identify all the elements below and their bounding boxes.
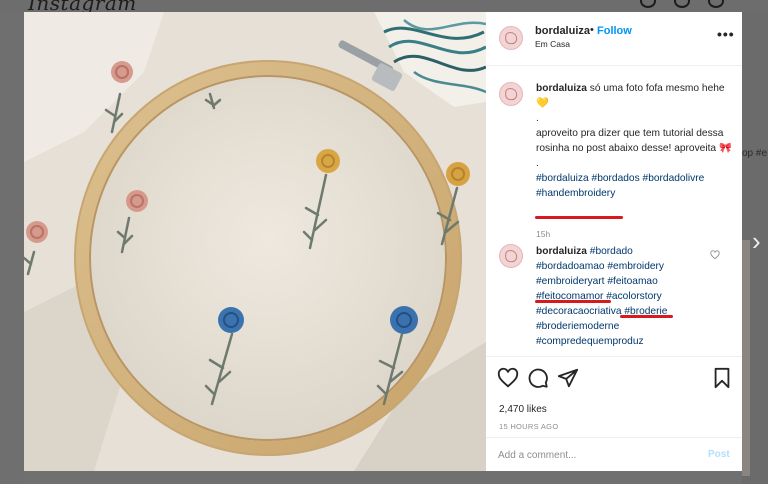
- comment-username[interactable]: bordaluiza: [536, 246, 587, 257]
- hashtag-link[interactable]: #handembroidery: [536, 188, 615, 199]
- hashtag-link[interactable]: #compredequemproduz: [536, 336, 644, 347]
- post-timestamp: 15 HOURS AGO: [499, 422, 559, 431]
- more-options-icon[interactable]: •••: [717, 26, 735, 42]
- red-underline-annotation: [535, 300, 611, 303]
- embroidery-hoop-photo: [24, 12, 486, 471]
- hashtag-comment: bordaluiza #bordado #bordadoamao #embroi…: [536, 244, 716, 349]
- comments-section: bordaluiza só uma foto fofa mesmo hehe 💛…: [486, 66, 742, 356]
- post-comment-button[interactable]: Post: [708, 449, 730, 460]
- author-avatar[interactable]: [499, 26, 523, 50]
- hashtag-link[interactable]: #bordado: [590, 246, 633, 257]
- comment-author-avatar[interactable]: [499, 244, 523, 268]
- post-location[interactable]: Em Casa: [535, 39, 570, 49]
- hashtag-link[interactable]: #embroideryart: [536, 276, 605, 287]
- background-post-image: [742, 240, 750, 476]
- post-actions: 2,470 likes 15 HOURS AGO Post: [486, 356, 742, 471]
- nav-icon[interactable]: [640, 0, 656, 8]
- background-overlay-left: [0, 12, 24, 484]
- nav-icon[interactable]: [674, 0, 690, 8]
- hashtag-link[interactable]: #bordadolivre: [643, 173, 705, 184]
- post-modal: bordaluiza • Follow Em Casa ••• bordalui…: [24, 12, 742, 471]
- hashtag-link[interactable]: #bordadoamao: [536, 261, 605, 272]
- hashtag-link[interactable]: #feitoamao: [607, 276, 657, 287]
- next-post-arrow-icon[interactable]: ›: [752, 226, 761, 257]
- hashtag-link[interactable]: #embroidery: [607, 261, 664, 272]
- author-username[interactable]: bordaluiza: [535, 25, 590, 37]
- nav-icon[interactable]: [708, 0, 724, 8]
- bookmark-icon[interactable]: [712, 367, 732, 389]
- caption-separator: .: [536, 158, 539, 169]
- like-comment-heart-icon[interactable]: [710, 250, 720, 260]
- red-underline-annotation: [535, 216, 623, 219]
- ribbon-emoji: 🎀: [718, 143, 732, 154]
- hashtag-link[interactable]: #decoracaocriativa: [536, 306, 622, 317]
- caption-timestamp: 15h: [536, 229, 551, 239]
- post-photo[interactable]: [24, 12, 486, 471]
- post-caption: bordaluiza só uma foto fofa mesmo hehe 💛…: [536, 81, 732, 201]
- follow-button[interactable]: Follow: [597, 25, 632, 37]
- caption-text-2: aproveito pra dizer que tem tutorial des…: [536, 128, 724, 154]
- caption-author-avatar[interactable]: [499, 82, 523, 106]
- share-icon[interactable]: [557, 367, 579, 389]
- likes-count[interactable]: 2,470 likes: [499, 404, 547, 415]
- comment-input[interactable]: [498, 446, 688, 464]
- hashtag-link[interactable]: #bordaluiza: [536, 173, 589, 184]
- hashtag-link[interactable]: #broderiemoderne: [536, 321, 619, 332]
- caption-separator: .: [536, 113, 539, 124]
- caption-username[interactable]: bordaluiza: [536, 83, 587, 94]
- heart-icon[interactable]: [497, 367, 519, 389]
- yellow-heart-emoji: 💛: [536, 98, 549, 109]
- post-header: bordaluiza • Follow Em Casa •••: [486, 12, 742, 66]
- top-navigation-bar: Instagram: [0, 0, 768, 15]
- hashtag-link[interactable]: #acolorstory: [606, 291, 662, 302]
- separator-dot: •: [590, 24, 594, 36]
- background-text: op #e: [742, 148, 768, 159]
- add-comment-bar: Post: [486, 437, 742, 472]
- hashtag-link[interactable]: #bordados: [592, 173, 640, 184]
- post-details-panel: bordaluiza • Follow Em Casa ••• bordalui…: [486, 12, 742, 471]
- comment-icon[interactable]: [527, 367, 549, 389]
- caption-text: só uma foto fofa mesmo hehe: [589, 83, 725, 94]
- red-underline-annotation: [620, 315, 673, 318]
- top-nav-icons: [640, 0, 724, 8]
